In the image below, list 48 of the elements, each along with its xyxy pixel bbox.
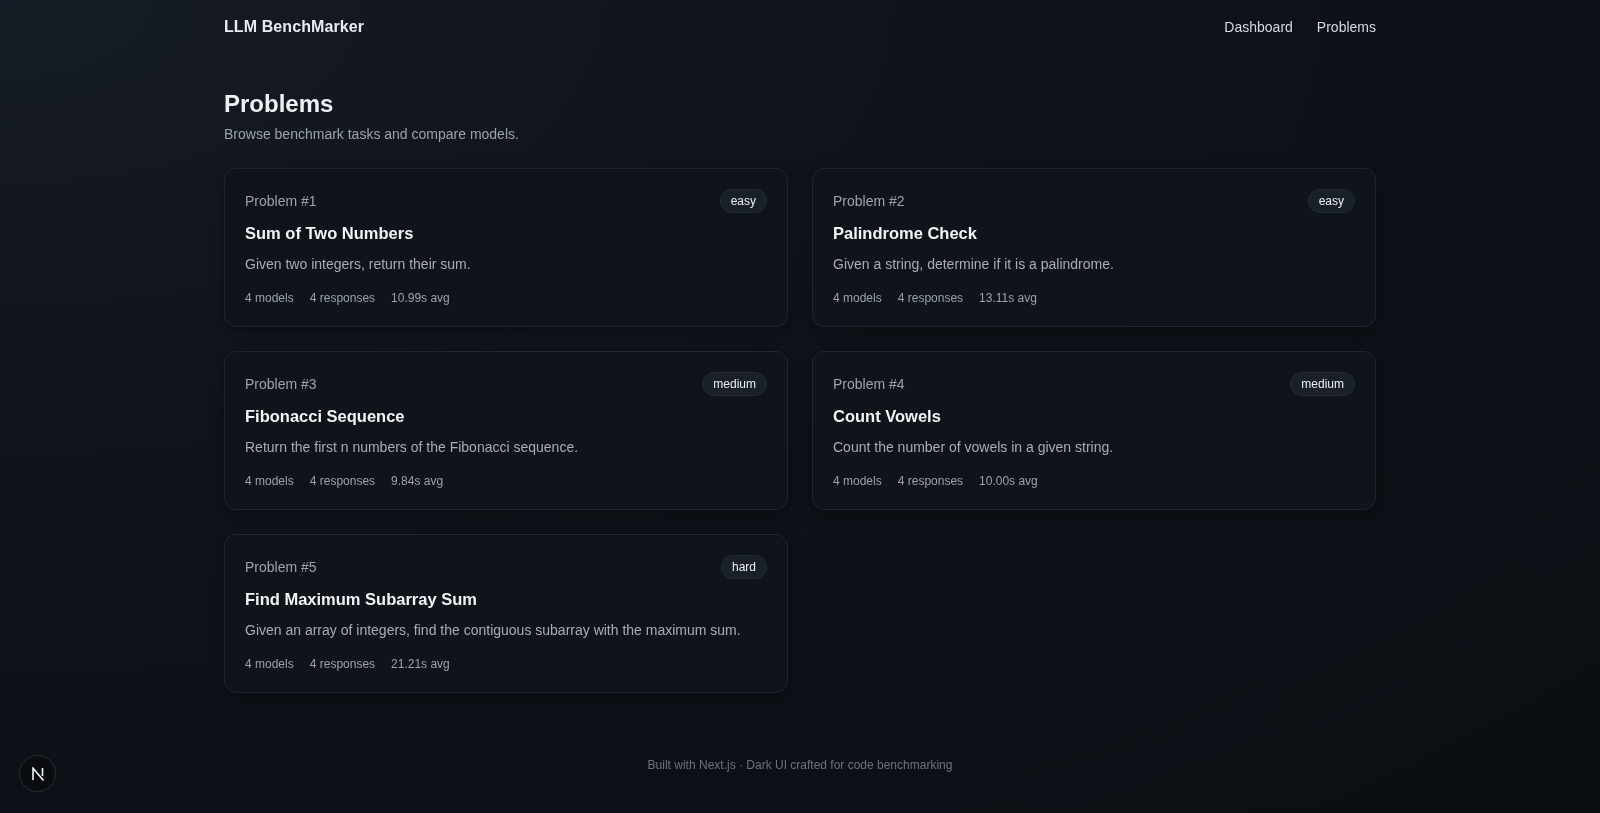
problem-description: Given a string, determine if it is a palindrome. xyxy=(833,255,1115,274)
difficulty-badge: easy xyxy=(719,189,767,213)
problem-title: Find Maximum Subarray Sum xyxy=(245,589,478,610)
stat-text: 4 responses xyxy=(309,290,376,306)
problem-card[interactable]: Problem #2 easy Palindrome Check Given a string, determine if it is a palindrome. 4 models 4 responses 13.11s avg xyxy=(812,168,1376,327)
problem-title: Count Vowels xyxy=(833,406,942,427)
problem-title: Palindrome Check xyxy=(833,223,978,244)
stat-text: 13.11s avg xyxy=(979,290,1037,306)
page-subtitle: Browse benchmark tasks and compare models. xyxy=(224,125,520,144)
problem-number: Problem #4 xyxy=(833,376,905,392)
stat-text: 4 responses xyxy=(309,656,376,672)
problem-description: Given an array of integers, find the contiguous subarray with the maximum sum. xyxy=(245,621,742,640)
stat-text: 4 responses xyxy=(897,473,964,489)
problem-card[interactable]: Problem #1 easy Sum of Two Numbers Given two integers, return their sum. 4 models 4 responses 10.99s avg xyxy=(224,168,788,327)
stat-text: 4 models xyxy=(245,656,294,672)
stat-text: 4 models xyxy=(833,473,882,489)
stat-text: 10.00s avg xyxy=(979,473,1038,489)
nav-link[interactable]: Dashboard xyxy=(1224,19,1293,35)
stat-text: 21.21s avg xyxy=(391,656,450,672)
stat-text: 4 models xyxy=(245,290,294,306)
problem-card[interactable]: Problem #3 medium Fibonacci Sequence Return the first n numbers of the Fibonacci sequence. 4 models 4 responses 9.84s avg xyxy=(224,351,788,510)
stat-text: 10.99s avg xyxy=(391,290,450,306)
problem-number: Problem #2 xyxy=(833,193,905,209)
problem-number: Problem #3 xyxy=(245,376,317,392)
problem-number: Problem #1 xyxy=(245,193,317,209)
stat-text: 4 responses xyxy=(309,473,376,489)
problem-title: Sum of Two Numbers xyxy=(245,223,415,244)
footer-text: Built with Next.js · Dark UI crafted for code benchmarking xyxy=(647,757,953,773)
problem-card[interactable]: Problem #5 hard Find Maximum Subarray Sum Given an array of integers, find the contiguous subarray with the maximum sum. 4 models 4 responses 21.21s avg xyxy=(224,534,788,693)
page-title: Problems xyxy=(224,90,335,118)
problem-description: Return the first n numbers of the Fibonacci sequence. xyxy=(245,438,580,457)
difficulty-badge: easy xyxy=(1307,189,1355,213)
stat-text: 4 models xyxy=(245,473,294,489)
stat-text: 4 responses xyxy=(897,290,964,306)
n-logo-icon xyxy=(30,766,45,781)
dev-indicator-button[interactable] xyxy=(19,755,56,792)
problem-description: Given two integers, return their sum. xyxy=(245,255,472,274)
difficulty-badge: medium xyxy=(1290,372,1355,396)
problem-card[interactable]: Problem #4 medium Count Vowels Count the number of vowels in a given string. 4 models 4 responses 10.00s avg xyxy=(812,351,1376,510)
problem-title: Fibonacci Sequence xyxy=(245,406,406,427)
problem-description: Count the number of vowels in a given string. xyxy=(833,438,1115,457)
brand-name[interactable]: LLM BenchMarker xyxy=(224,18,365,36)
problem-number: Problem #5 xyxy=(245,559,317,575)
difficulty-badge: hard xyxy=(720,555,767,579)
stat-text: 9.84s avg xyxy=(391,473,444,489)
nav-link[interactable]: Problems xyxy=(1316,19,1376,35)
stat-text: 4 models xyxy=(833,290,882,306)
difficulty-badge: medium xyxy=(702,372,767,396)
